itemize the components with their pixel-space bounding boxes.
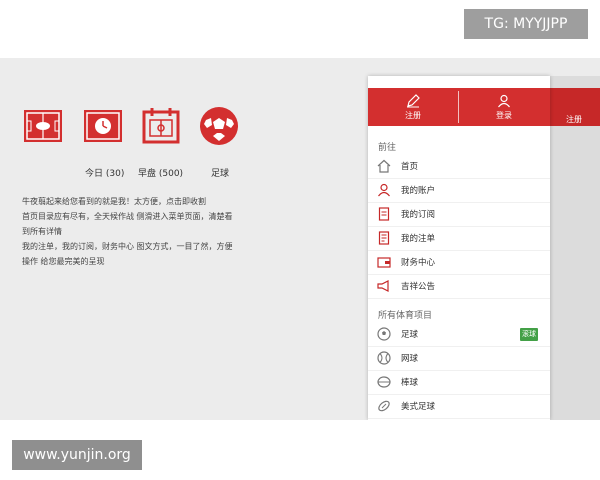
field-icon [23,106,63,146]
football-icon [376,398,392,414]
sport-item-soccer[interactable]: 足球 滚球 [368,322,550,347]
soccer-label: 足球 [211,169,230,179]
note-icon [376,230,392,246]
side-drawer: 注册 登录 前往 首页 我的账户 我的订阅 我的注单 财务中心 吉祥公告 所有体… [368,76,550,420]
menu-item-account[interactable]: 我的账户 [368,178,550,203]
wallet-icon [376,254,392,270]
soccer-icon [376,326,392,342]
tennis-icon [376,350,392,366]
live-tag: 滚球 [520,327,538,341]
tg-badge: TG: MYYJJPP [464,9,588,39]
clock-field-icon [83,106,123,146]
register-label: 注册 [405,110,421,120]
early-label: 早盘 (500) [138,169,184,179]
menu-item-bets[interactable]: 我的注单 [368,226,550,251]
background-app-strip: 注册 [550,76,600,420]
calendar-field-icon [141,106,181,146]
description-text: 牛夜翦起来给您看到的就是我！太方便，点击即收割 首页目录应有尽有，全天候作战 侧… [22,197,233,266]
menu-item-finance[interactable]: 财务中心 [368,250,550,275]
screenshot-content: 今日 (30) 早盘 (500) 足球 牛夜翦起来给您看到的就是我！太方便，点击… [0,58,600,420]
sport-item-tennis[interactable]: 网球 [368,346,550,371]
sport-item-baseball[interactable]: 棒球 [368,370,550,395]
drawer-header: 注册 登录 [368,88,550,126]
sport-item-american-football[interactable]: 美式足球 [368,394,550,419]
megaphone-icon [376,278,392,294]
menu-item-subscription[interactable]: 我的订阅 [368,202,550,227]
login-label: 登录 [496,110,512,120]
menu-item-home[interactable]: 首页 [368,154,550,179]
register-button[interactable]: 注册 [368,88,458,126]
pencil-icon [407,93,420,107]
menu-item-announcement[interactable]: 吉祥公告 [368,274,550,299]
user-icon [376,182,392,198]
section-goto: 前往 [378,143,397,153]
baseball-icon [376,374,392,390]
url-badge: www.yunjin.org [12,440,142,470]
section-all-sports: 所有体育项目 [378,311,433,321]
home-icon [376,158,392,174]
login-button[interactable]: 登录 [459,88,549,126]
today-label: 今日 (30) [85,169,125,179]
soccer-ball-icon [199,106,239,146]
document-icon [376,206,392,222]
user-icon [498,94,510,107]
